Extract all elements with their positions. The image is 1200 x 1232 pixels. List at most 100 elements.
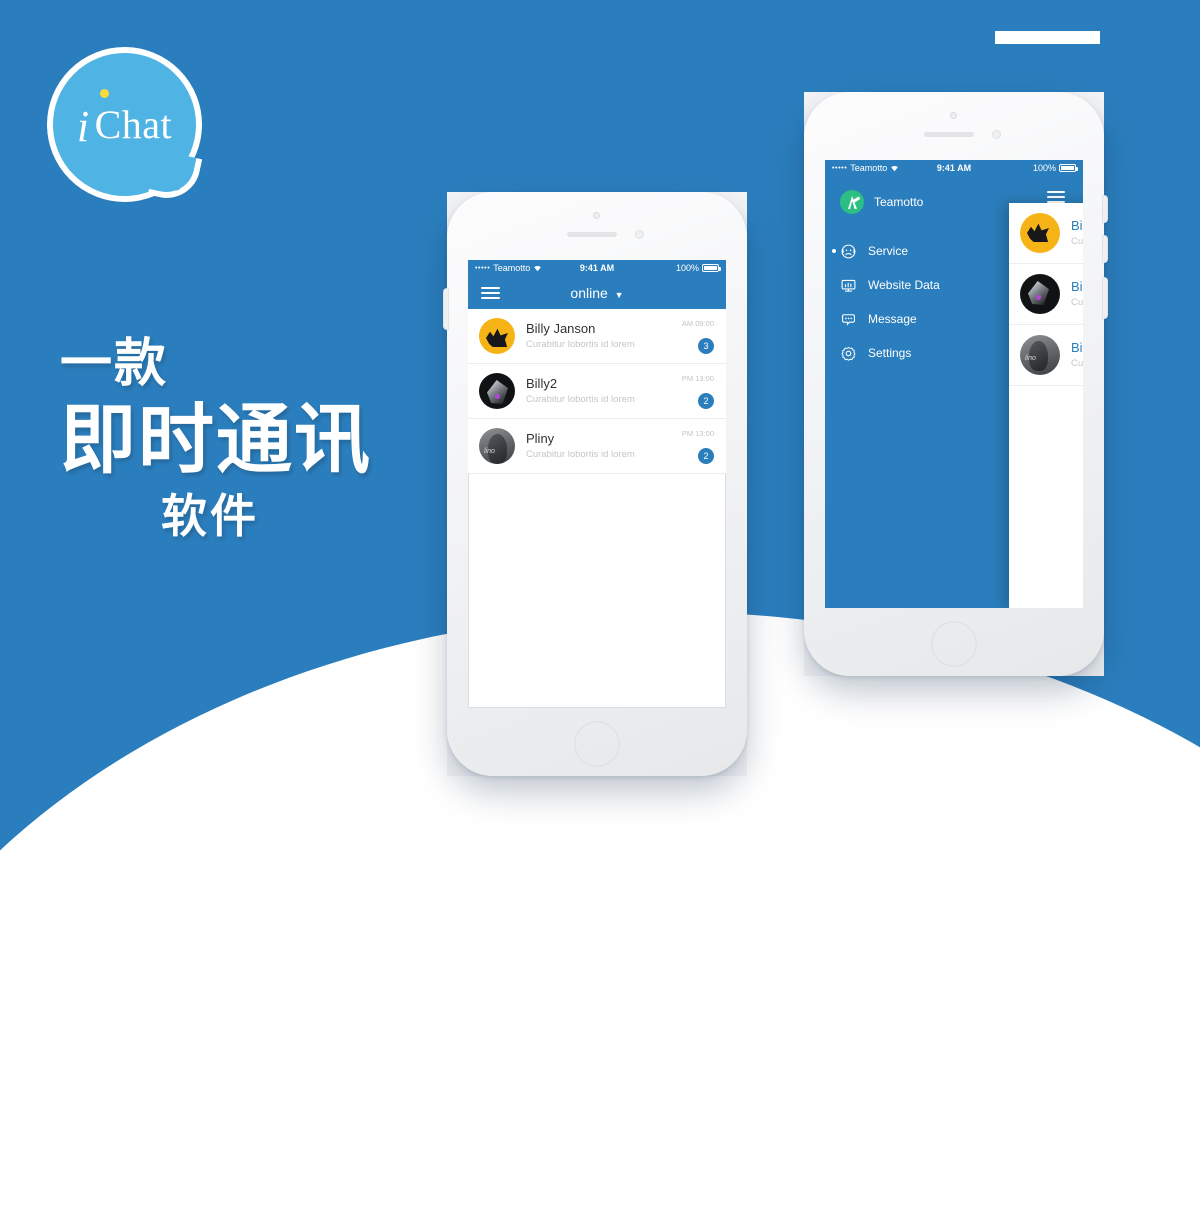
battery-full-icon bbox=[701, 264, 721, 272]
tagline-block: 一款 即时通讯 软件 bbox=[60, 338, 372, 539]
phone2-status-bar: ••••• Teamotto 9:41 AM 100% bbox=[825, 160, 1083, 176]
sidebar-item-label: Settings bbox=[868, 346, 912, 360]
active-indicator-dot bbox=[832, 249, 836, 253]
battery-full-icon bbox=[1058, 164, 1078, 172]
headset-icon bbox=[840, 243, 857, 260]
status-time: 9:41 AM bbox=[579, 263, 615, 273]
list-item-text: Bil Cur bbox=[1071, 340, 1083, 370]
teamotto-logo-icon bbox=[840, 190, 864, 214]
list-item-preview: Cur bbox=[1071, 357, 1083, 369]
list-item-time: PM 13:00 bbox=[681, 374, 714, 383]
sidebar-item-label: Website Data bbox=[868, 278, 940, 292]
list-item-text: Billy Janson Curabitur lobortis id lorem bbox=[526, 321, 682, 351]
phone-mockup-chat-list: ••••• Teamotto 9:41 AM 100% online ▼ Bil… bbox=[444, 192, 747, 776]
list-item-time: PM 13:00 bbox=[681, 429, 714, 438]
list-item-preview: Curabitur lobortis id lorem bbox=[526, 338, 635, 350]
unread-badge: 2 bbox=[698, 448, 714, 464]
tagline-line-3: 软件 bbox=[161, 490, 259, 543]
wifi-icon bbox=[533, 264, 542, 272]
carrier-label: Teamotto bbox=[850, 163, 888, 173]
list-item-preview: Cur bbox=[1071, 235, 1083, 247]
list-item-name: Bil bbox=[1071, 339, 1083, 355]
logo-wordmark: i Chat bbox=[47, 47, 202, 202]
list-item-preview: Curabitur lobortis id lorem bbox=[526, 448, 635, 460]
billy-janson-avatar bbox=[479, 318, 515, 354]
monitor-chart-icon bbox=[840, 277, 857, 294]
unread-badge: 3 bbox=[698, 338, 714, 354]
phone2-status-left: ••••• Teamotto bbox=[832, 163, 913, 173]
logo-letter-i: i bbox=[76, 102, 90, 151]
carrier-label: Teamotto bbox=[493, 263, 531, 273]
list-item[interactable]: lino Bil Cur bbox=[1009, 325, 1083, 386]
status-time: 9:41 AM bbox=[936, 163, 972, 173]
hamburger-icon[interactable] bbox=[481, 284, 500, 302]
chevron-down-icon: ▼ bbox=[614, 289, 624, 300]
phone2-proximity-sensor bbox=[992, 130, 1001, 139]
list-item[interactable]: Bil Cur bbox=[1009, 264, 1083, 325]
battery-percent-label: 100% bbox=[1032, 163, 1056, 173]
list-item-aside: PM 13:00 2 bbox=[682, 428, 714, 464]
ichat-logo: i Chat bbox=[47, 47, 212, 212]
list-item-preview: Curabitur lobortis id lorem bbox=[526, 393, 635, 405]
list-item-text: Bil Cur bbox=[1071, 279, 1083, 309]
phone2-power-button[interactable] bbox=[1103, 278, 1107, 318]
billy2-avatar bbox=[479, 373, 515, 409]
list-item[interactable]: Billy Janson Curabitur lobortis id lorem… bbox=[468, 309, 726, 364]
unread-badge: 2 bbox=[698, 393, 714, 409]
phone1-front-camera bbox=[593, 212, 600, 219]
pliny-avatar-watermark: lino bbox=[484, 448, 495, 455]
gear-icon bbox=[840, 345, 857, 362]
phone2-volume-up-button[interactable] bbox=[1103, 196, 1107, 222]
logo-dot-icon bbox=[100, 89, 109, 98]
list-item-name: Pliny bbox=[526, 430, 555, 446]
phone2-status-right: 100% bbox=[995, 163, 1078, 173]
phone1-proximity-sensor bbox=[635, 230, 644, 239]
list-item-name: Billy Janson bbox=[526, 320, 596, 336]
phone2-home-button[interactable] bbox=[931, 621, 977, 667]
phone1-screen: ••••• Teamotto 9:41 AM 100% online ▼ Bil… bbox=[468, 260, 726, 708]
phone1-chat-list[interactable]: Billy Janson Curabitur lobortis id lorem… bbox=[468, 309, 726, 474]
phone1-status-left: ••••• Teamotto bbox=[475, 263, 556, 273]
list-item-text: Pliny Curabitur lobortis id lorem bbox=[526, 431, 682, 461]
list-item-aside: AM 09:00 3 bbox=[682, 318, 714, 354]
pliny-avatar: lino bbox=[479, 428, 515, 464]
phone-mockup-drawer: ••••• Teamotto 9:41 AM 100% Teamotto Ser… bbox=[804, 92, 1107, 676]
list-item-time: AM 09:00 bbox=[681, 319, 714, 328]
phone1-nav-bar: online ▼ bbox=[468, 276, 726, 309]
battery-percent-label: 100% bbox=[675, 263, 699, 273]
tagline-line-2: 即时通讯 bbox=[60, 398, 372, 483]
list-item-name: Bil bbox=[1071, 278, 1083, 294]
chat-bubble-icon bbox=[840, 311, 857, 328]
list-item[interactable]: Billy2 Curabitur lobortis id lorem PM 13… bbox=[468, 364, 726, 419]
list-item-text: Billy2 Curabitur lobortis id lorem bbox=[526, 376, 682, 406]
wifi-icon bbox=[890, 164, 899, 172]
phone2-volume-down-button[interactable] bbox=[1103, 236, 1107, 262]
list-item-aside: PM 13:00 2 bbox=[682, 373, 714, 409]
signal-dots-icon: ••••• bbox=[832, 164, 848, 172]
signal-dots-icon: ••••• bbox=[475, 264, 491, 272]
sidebar-item-label: Message bbox=[868, 312, 917, 326]
list-item-preview: Cur bbox=[1071, 296, 1083, 308]
phone1-nav-title[interactable]: online ▼ bbox=[468, 285, 726, 301]
drawer-brand-name: Teamotto bbox=[874, 195, 924, 209]
phone2-chat-list-peek[interactable]: Bil Cur Bil Cur lino Bil Cur bbox=[1009, 203, 1083, 608]
logo-word-chat: Chat bbox=[94, 102, 173, 147]
list-item-name: Billy2 bbox=[526, 375, 558, 391]
phone1-home-button[interactable] bbox=[574, 721, 620, 767]
phone1-status-bar: ••••• Teamotto 9:41 AM 100% bbox=[468, 260, 726, 276]
phone1-volume-button[interactable] bbox=[444, 289, 448, 329]
billy-janson-avatar bbox=[1020, 213, 1060, 253]
pliny-avatar: lino bbox=[1020, 335, 1060, 375]
list-item-name: Bil bbox=[1071, 217, 1083, 233]
sidebar-item-label: Service bbox=[868, 244, 909, 258]
phone1-status-right: 100% bbox=[638, 263, 721, 273]
status-dropdown-label: online bbox=[570, 284, 608, 301]
phone2-earpiece-speaker bbox=[924, 132, 974, 137]
list-item[interactable]: Bil Cur bbox=[1009, 203, 1083, 264]
list-item-text: Bil Cur bbox=[1071, 218, 1083, 248]
billy2-avatar bbox=[1020, 274, 1060, 314]
pliny-avatar-watermark: lino bbox=[1025, 355, 1036, 362]
phone2-screen: ••••• Teamotto 9:41 AM 100% Teamotto Ser… bbox=[825, 160, 1083, 608]
tagline-line-1: 一款 bbox=[60, 335, 169, 393]
list-item[interactable]: lino Pliny Curabitur lobortis id lorem P… bbox=[468, 419, 726, 474]
